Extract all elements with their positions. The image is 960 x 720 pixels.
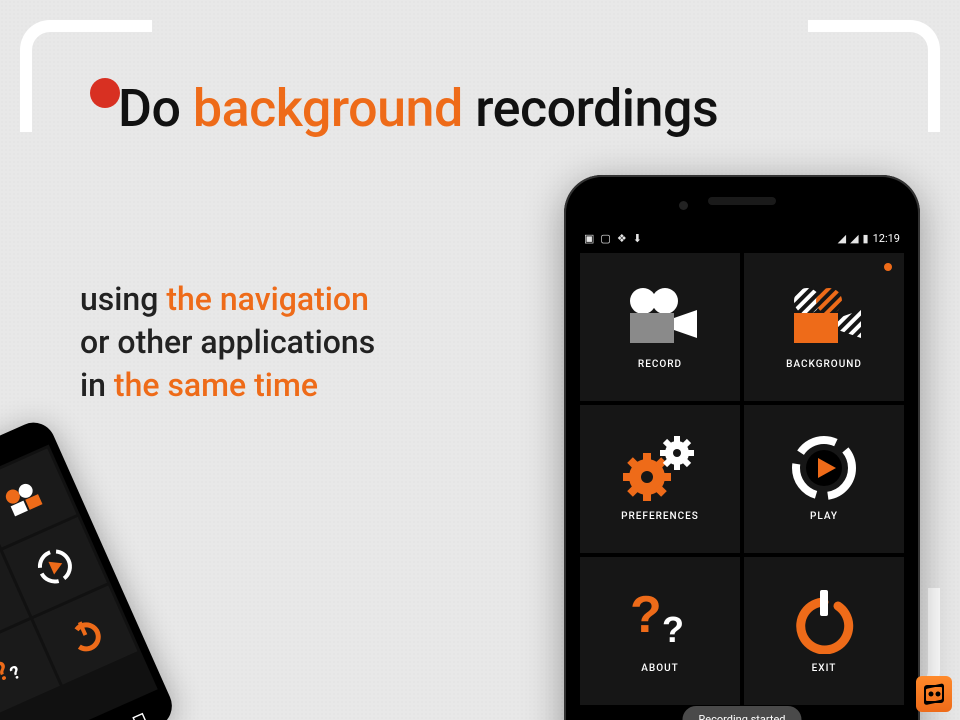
background-tile[interactable]: BACKGROUND bbox=[744, 253, 904, 401]
question-icon: ?? bbox=[0, 648, 30, 692]
battery-icon: ▮ bbox=[863, 232, 869, 245]
image-status-icon: ▢ bbox=[600, 232, 610, 245]
wifi-icon: ◢ bbox=[838, 232, 846, 245]
toast-message: Recording started bbox=[682, 706, 801, 720]
headline-text: recordings bbox=[463, 78, 718, 139]
power-icon bbox=[61, 611, 109, 659]
phone-screen: ▣ ▢ ❖ ⬇ ◢ ◢ ▮ 12:19 RECORD bbox=[576, 227, 908, 720]
camera-icon bbox=[619, 285, 701, 347]
question-icon: ?? bbox=[619, 589, 701, 651]
headline: Do background recordings bbox=[118, 78, 718, 139]
play-icon bbox=[783, 437, 865, 499]
subtext: using the navigation or other applicatio… bbox=[80, 278, 375, 408]
recent-icon bbox=[131, 711, 149, 720]
stripes-icon bbox=[783, 285, 865, 347]
signal-icon: ◢ bbox=[850, 232, 858, 245]
status-bar: ▣ ▢ ❖ ⬇ ◢ ◢ ▮ 12:19 bbox=[576, 227, 908, 249]
headline-text: Do bbox=[118, 78, 193, 139]
tile-label: PREFERENCES bbox=[621, 511, 699, 522]
download-status-icon: ⬇ bbox=[633, 232, 642, 245]
frame-corner bbox=[808, 20, 940, 132]
play-tile[interactable]: PLAY bbox=[744, 405, 904, 553]
power-icon bbox=[783, 589, 865, 651]
camera-status-icon: ▣ bbox=[584, 232, 594, 245]
tile-label: EXIT bbox=[812, 663, 837, 674]
record-tile[interactable]: RECORD bbox=[580, 253, 740, 401]
decorative-phone: ?? bbox=[0, 416, 179, 720]
tile-label: ABOUT bbox=[641, 663, 678, 674]
about-tile[interactable]: ?? ABOUT bbox=[580, 557, 740, 705]
tile-label: PLAY bbox=[810, 511, 838, 522]
gears-icon bbox=[0, 578, 1, 625]
recording-indicator-icon bbox=[884, 263, 892, 271]
headline-highlight: background bbox=[193, 78, 463, 139]
record-dot-icon bbox=[90, 78, 120, 108]
exit-tile[interactable]: EXIT bbox=[744, 557, 904, 705]
dropbox-status-icon: ❖ bbox=[617, 232, 627, 245]
svg-text:?: ? bbox=[630, 588, 662, 644]
preferences-tile[interactable]: PREFERENCES bbox=[580, 405, 740, 553]
tile-label: BACKGROUND bbox=[786, 359, 862, 370]
status-time: 12:19 bbox=[873, 232, 900, 245]
stripes-icon bbox=[0, 476, 49, 520]
play-icon bbox=[31, 543, 79, 591]
svg-text:?: ? bbox=[662, 609, 684, 650]
tile-label: RECORD bbox=[638, 359, 682, 370]
gears-icon bbox=[619, 437, 701, 499]
app-logo-icon bbox=[916, 676, 952, 712]
phone-mockup: ▣ ▢ ❖ ⬇ ◢ ◢ ▮ 12:19 RECORD bbox=[564, 175, 920, 720]
